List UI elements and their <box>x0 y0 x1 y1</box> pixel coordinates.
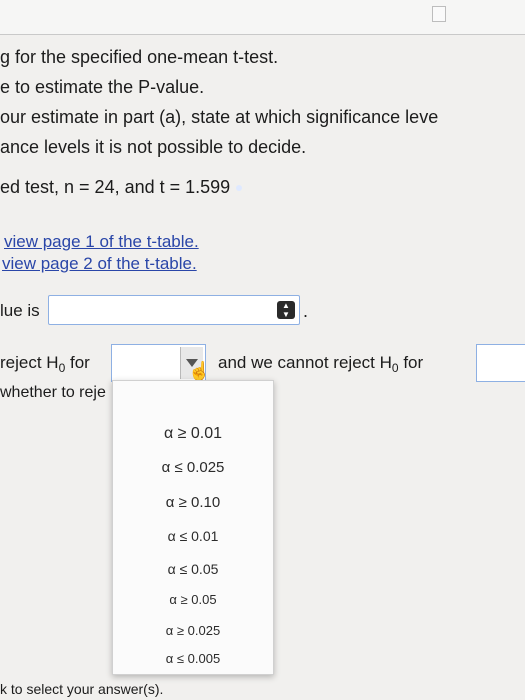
top-bar <box>0 0 525 35</box>
option-alpha-le-0.01[interactable]: α ≤ 0.01 <box>113 528 273 544</box>
pvalue-label: lue is <box>0 301 40 320</box>
t-table-page-1-link[interactable]: view page 1 of the t-table. <box>4 232 199 251</box>
test-info-text: ed test, n = 24, and t = 1.599 <box>0 177 231 197</box>
question-line-3: our estimate in part (a), state at which… <box>0 107 439 127</box>
option-alpha-ge-0.10[interactable]: α ≥ 0.10 <box>113 494 273 511</box>
option-alpha-le-0.025[interactable]: α ≤ 0.025 <box>113 459 273 476</box>
option-alpha-ge-0.05[interactable]: α ≥ 0.05 <box>113 592 273 607</box>
t-table-link-1-row: view page 1 of the t-table. <box>4 230 199 253</box>
reject-prefix: reject H <box>0 353 59 372</box>
reject-text: reject H0 for <box>0 352 90 375</box>
option-alpha-ge-0.025[interactable]: α ≥ 0.025 <box>113 623 273 638</box>
h0-subscript-2: 0 <box>391 361 399 375</box>
option-alpha-le-0.05[interactable]: α ≤ 0.05 <box>113 561 273 577</box>
cannot-reject-alpha-dropdown[interactable] <box>476 344 525 382</box>
option-alpha-le-0.005[interactable]: α ≤ 0.005 <box>113 651 273 666</box>
t-table-page-2-link[interactable]: view page 2 of the t-table. <box>2 254 197 273</box>
pvalue-select[interactable]: ▲ ▼ <box>48 295 300 325</box>
option-alpha-ge-0.01[interactable]: α ≥ 0.01 <box>113 425 273 443</box>
handle-icon <box>432 6 446 22</box>
alpha-options-menu: α ≥ 0.01 α ≤ 0.025 α ≥ 0.10 α ≤ 0.01 α ≤… <box>112 380 274 675</box>
cannot-reject-text: and we cannot reject H0 for <box>218 352 423 375</box>
question-line-1: g for the specified one-mean t-test. <box>0 47 279 67</box>
t-table-link-2-row: view page 2 of the t-table. <box>2 252 197 275</box>
cannot-reject-for: for <box>403 353 424 372</box>
pvalue-period: . <box>303 301 309 321</box>
cursor-dot-icon <box>236 185 243 192</box>
footer-instruction: k to select your answer(s). <box>0 681 164 697</box>
h0-subscript: 0 <box>58 361 66 375</box>
reject-for: for <box>70 353 90 372</box>
hand-pointer-icon: ☝ <box>188 361 211 381</box>
question-line-4: ance levels it is not possible to decide… <box>0 137 307 157</box>
cannot-reject-prefix: and we cannot reject H <box>218 353 392 372</box>
updown-icon: ▲ ▼ <box>277 301 295 319</box>
question-line-2: e to estimate the P-value. <box>0 77 205 97</box>
test-info: ed test, n = 24, and t = 1.599 <box>0 176 243 198</box>
whether-text: whether to reje <box>0 384 106 401</box>
